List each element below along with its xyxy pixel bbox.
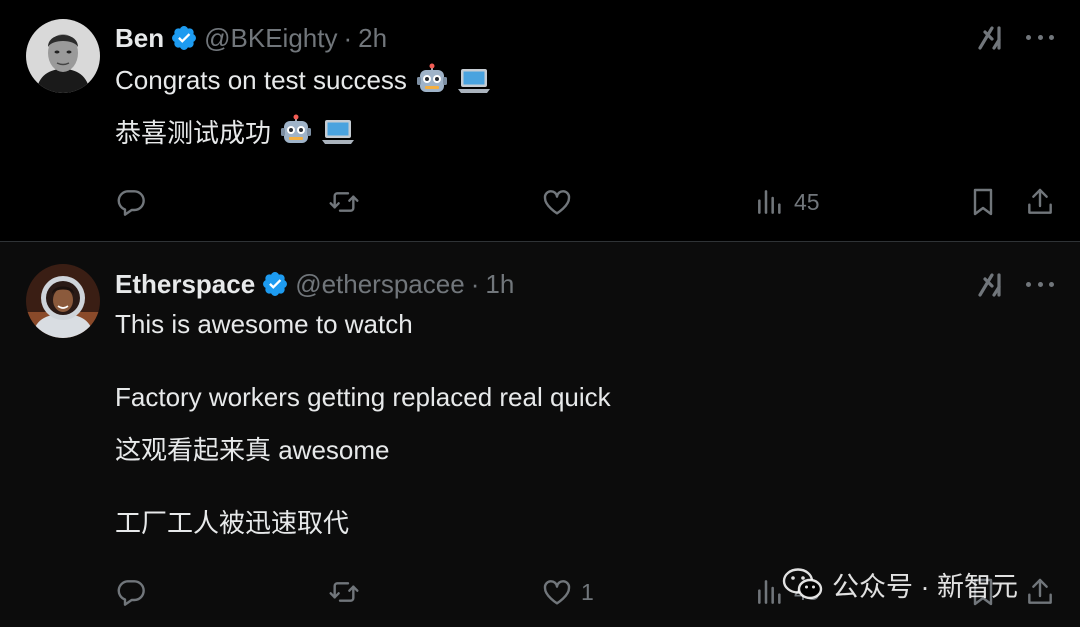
separator-dot: · — [343, 22, 353, 53]
repost-button[interactable] — [328, 572, 368, 612]
repost-button[interactable] — [328, 182, 368, 222]
verified-badge-icon[interactable] — [170, 24, 198, 52]
like-button[interactable] — [541, 182, 581, 222]
bookmark-icon — [973, 188, 993, 216]
tweet-text-line: Congrats on test success — [115, 60, 491, 100]
tweet-header: Ben @BKEighty · 2h — [115, 18, 387, 58]
reply-button[interactable] — [115, 182, 155, 222]
repost-icon — [329, 582, 359, 602]
reply-icon — [117, 580, 145, 606]
handle[interactable]: @etherspacee — [295, 269, 465, 300]
grok-icon[interactable] — [976, 22, 1006, 52]
share-icon — [1028, 188, 1052, 214]
timestamp[interactable]: 1h — [485, 269, 514, 300]
tweet-text-line: Factory workers getting replaced real qu… — [115, 381, 611, 412]
separator-dot: · — [470, 268, 480, 299]
tweet-text-line: This is awesome to watch — [115, 308, 413, 339]
robot-face-icon — [281, 114, 312, 143]
reply-icon — [117, 190, 145, 216]
share-button[interactable] — [1024, 572, 1056, 612]
tweet-text-line: 恭喜测试成功 — [115, 111, 355, 151]
heart-icon — [543, 580, 571, 605]
heart-icon — [543, 190, 571, 215]
display-name[interactable]: Etherspace — [115, 269, 255, 300]
tweet-text-line: 工厂工人被迅速取代 — [115, 507, 350, 538]
grok-icon[interactable] — [976, 269, 1006, 299]
verified-badge-icon[interactable] — [261, 270, 289, 298]
wechat-icon — [782, 568, 823, 600]
like-button[interactable]: 1 — [541, 572, 594, 612]
tweet-actions: 45 — [0, 182, 1080, 222]
views-chart-icon — [758, 190, 781, 214]
robot-face-icon — [416, 63, 447, 92]
reply-button[interactable] — [115, 572, 155, 612]
avatar[interactable] — [26, 264, 100, 338]
handle[interactable]: @BKEighty — [204, 23, 337, 54]
like-count: 1 — [581, 578, 594, 605]
bookmark-button[interactable] — [967, 182, 999, 222]
tweet-header: Etherspace @etherspacee · 1h — [115, 264, 514, 304]
views-button[interactable]: 45 — [754, 182, 820, 222]
laptop-icon — [457, 69, 490, 93]
timestamp[interactable]: 2h — [358, 23, 387, 54]
avatar[interactable] — [26, 19, 100, 93]
repost-icon — [329, 192, 359, 212]
laptop-icon — [322, 120, 355, 144]
watermark: 公众号 · 新智元 — [782, 562, 1018, 606]
tweet-ben[interactable]: Ben @BKEighty · 2h Congrats on test succ… — [0, 0, 1080, 241]
views-count: 45 — [794, 188, 820, 215]
tweet-text-line: 这观看起来真 awesome — [115, 434, 390, 465]
display-name[interactable]: Ben — [115, 23, 164, 54]
share-icon — [1028, 578, 1052, 604]
more-options-icon[interactable] — [1026, 22, 1054, 52]
watermark-text: 公众号 · 新智元 — [832, 571, 1018, 602]
share-button[interactable] — [1024, 182, 1056, 222]
more-options-icon[interactable] — [1026, 269, 1054, 299]
